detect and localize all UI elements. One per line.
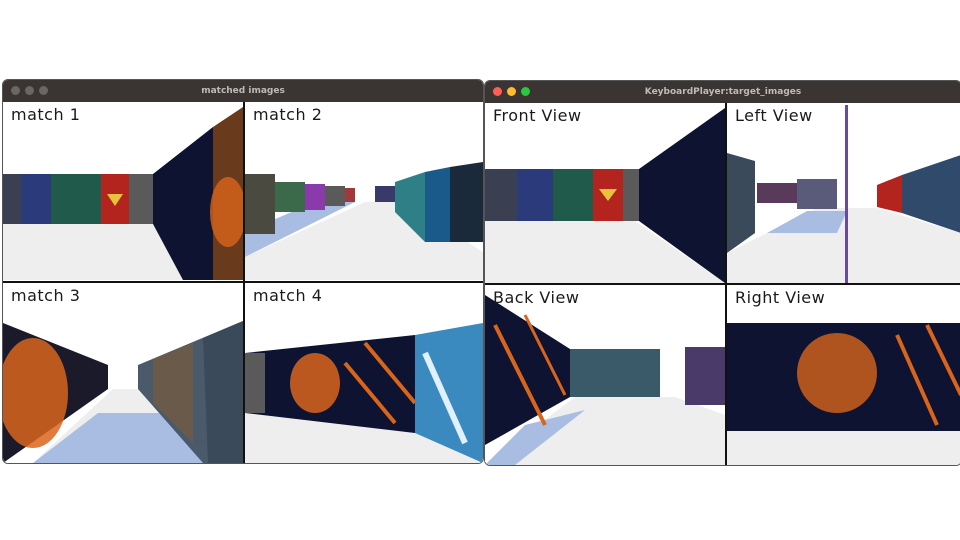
close-button[interactable] xyxy=(11,86,20,95)
match-2-scene xyxy=(245,102,483,281)
zoom-button[interactable] xyxy=(521,87,530,96)
zoom-button[interactable] xyxy=(39,86,48,95)
match-3-scene xyxy=(3,283,243,463)
match-2-pane: match 2 xyxy=(245,102,483,281)
pane-label: Left View xyxy=(735,106,813,125)
pane-label: Back View xyxy=(493,288,580,307)
front-view-scene xyxy=(485,103,725,283)
pane-label: match 3 xyxy=(11,286,81,305)
right-view-pane: Right View xyxy=(727,285,960,465)
match-3-pane: match 3 xyxy=(3,283,243,463)
title-bar[interactable]: matched images xyxy=(3,80,483,102)
window-title: matched images xyxy=(201,86,285,96)
minimize-button[interactable] xyxy=(507,87,516,96)
title-bar[interactable]: KeyboardPlayer:target_images xyxy=(485,81,960,103)
match-4-scene xyxy=(245,283,483,463)
left-view-scene xyxy=(727,103,960,283)
left-view-pane: Left View xyxy=(727,103,960,283)
match-4-pane: match 4 xyxy=(245,283,483,463)
back-view-pane: Back View xyxy=(485,285,725,465)
right-view-scene xyxy=(727,285,960,465)
match-1-pane: match 1 xyxy=(3,102,243,281)
matched-images-window: matched images match 1 match 2 match 3 m… xyxy=(2,79,484,464)
match-1-scene xyxy=(3,102,243,281)
pane-label: Right View xyxy=(735,288,826,307)
close-button[interactable] xyxy=(493,87,502,96)
front-view-pane: Front View xyxy=(485,103,725,283)
pane-divider-horizontal xyxy=(3,281,483,283)
back-view-scene xyxy=(485,285,725,465)
pane-label: match 2 xyxy=(253,105,323,124)
window-title: KeyboardPlayer:target_images xyxy=(644,87,802,97)
pane-divider-horizontal xyxy=(485,283,960,285)
minimize-button[interactable] xyxy=(25,86,34,95)
pane-label: Front View xyxy=(493,106,582,125)
target-images-window: KeyboardPlayer:target_images Front View xyxy=(484,80,960,466)
pane-label: match 1 xyxy=(11,105,81,124)
pane-label: match 4 xyxy=(253,286,323,305)
